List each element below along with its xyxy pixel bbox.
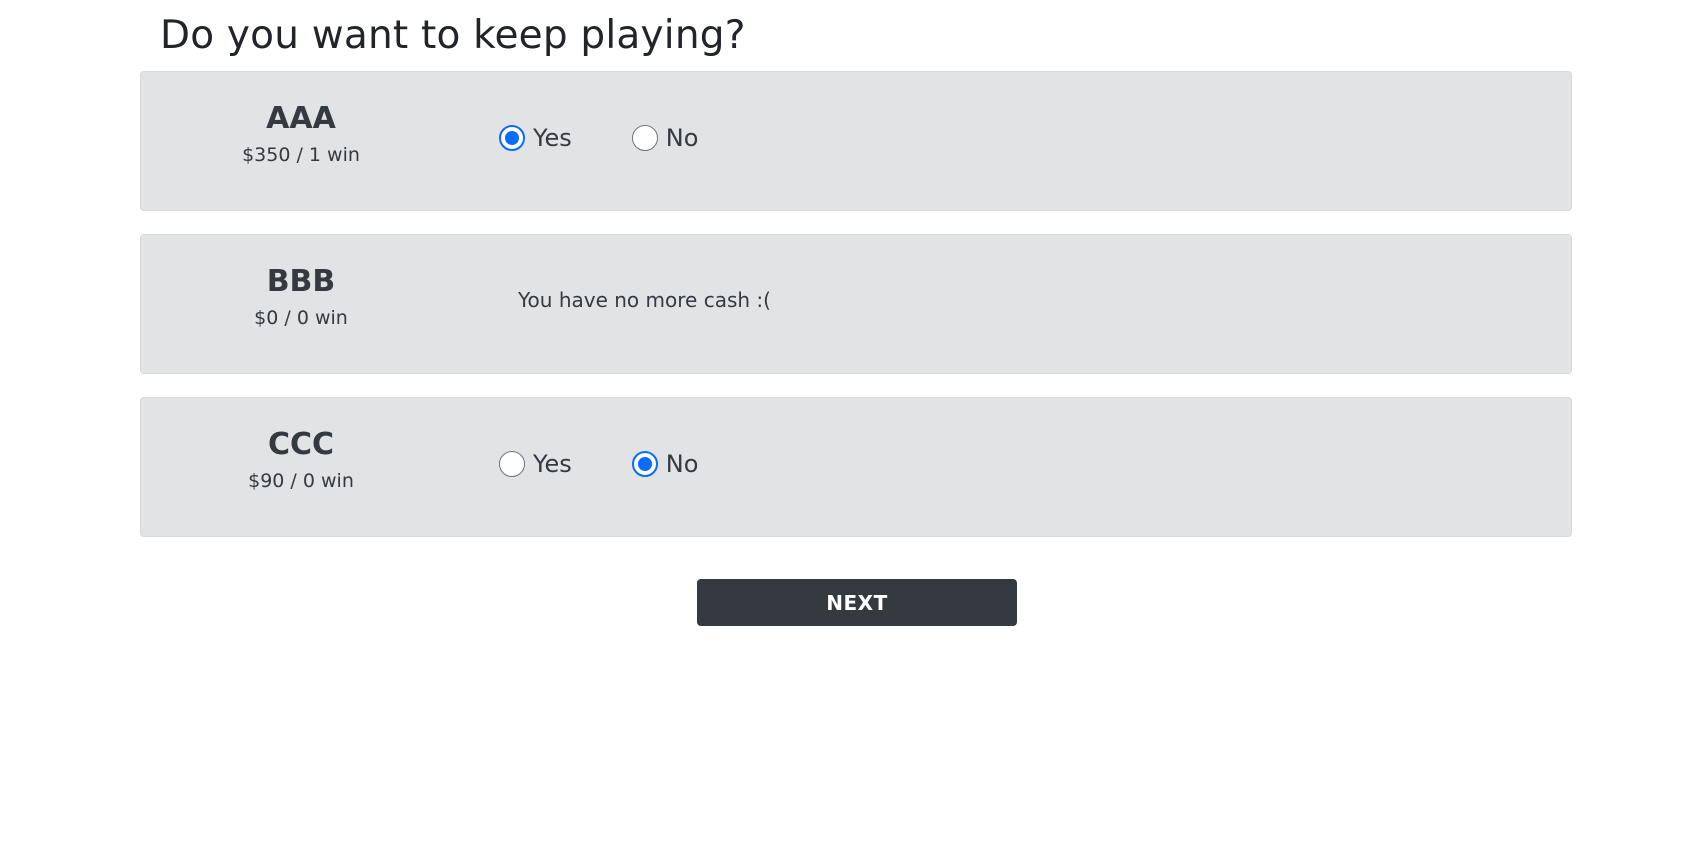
yes-radio[interactable] bbox=[499, 125, 525, 151]
player-info: AAA $350 / 1 win bbox=[201, 100, 401, 168]
player-info: CCC $90 / 0 win bbox=[201, 426, 401, 494]
no-radio[interactable] bbox=[631, 125, 658, 151]
keep-playing-choices: Yes No bbox=[499, 124, 758, 152]
player-info: BBB $0 / 0 win bbox=[201, 263, 401, 331]
player-name: BBB bbox=[266, 264, 336, 299]
page-title: Do you want to keep playing? bbox=[160, 13, 746, 58]
next-button[interactable]: NEXT bbox=[697, 579, 1017, 626]
yes-option[interactable]: Yes bbox=[499, 450, 572, 478]
yes-label: Yes bbox=[533, 124, 572, 152]
page: Do you want to keep playing? AAA $350 / … bbox=[0, 0, 1695, 852]
player-name: CCC bbox=[267, 427, 335, 462]
no-option[interactable]: No bbox=[631, 450, 699, 478]
player-stats: $90 / 0 win bbox=[248, 470, 354, 492]
player-name: AAA bbox=[266, 101, 336, 136]
player-stats: $350 / 1 win bbox=[242, 144, 360, 166]
yes-label: Yes bbox=[533, 450, 572, 478]
no-cash-message: You have no more cash :( bbox=[518, 288, 771, 312]
player-card-ccc: CCC $90 / 0 win Yes No bbox=[140, 397, 1572, 537]
player-card-bbb: BBB $0 / 0 win You have no more cash :( bbox=[140, 234, 1572, 374]
player-stats: $0 / 0 win bbox=[254, 307, 348, 329]
no-label: No bbox=[665, 124, 699, 152]
no-label: No bbox=[665, 450, 699, 478]
yes-radio[interactable] bbox=[499, 451, 525, 477]
no-radio[interactable] bbox=[631, 451, 658, 477]
no-option[interactable]: No bbox=[631, 124, 699, 152]
keep-playing-choices: Yes No bbox=[499, 450, 758, 478]
player-card-aaa: AAA $350 / 1 win Yes No bbox=[140, 71, 1572, 211]
yes-option[interactable]: Yes bbox=[499, 124, 572, 152]
